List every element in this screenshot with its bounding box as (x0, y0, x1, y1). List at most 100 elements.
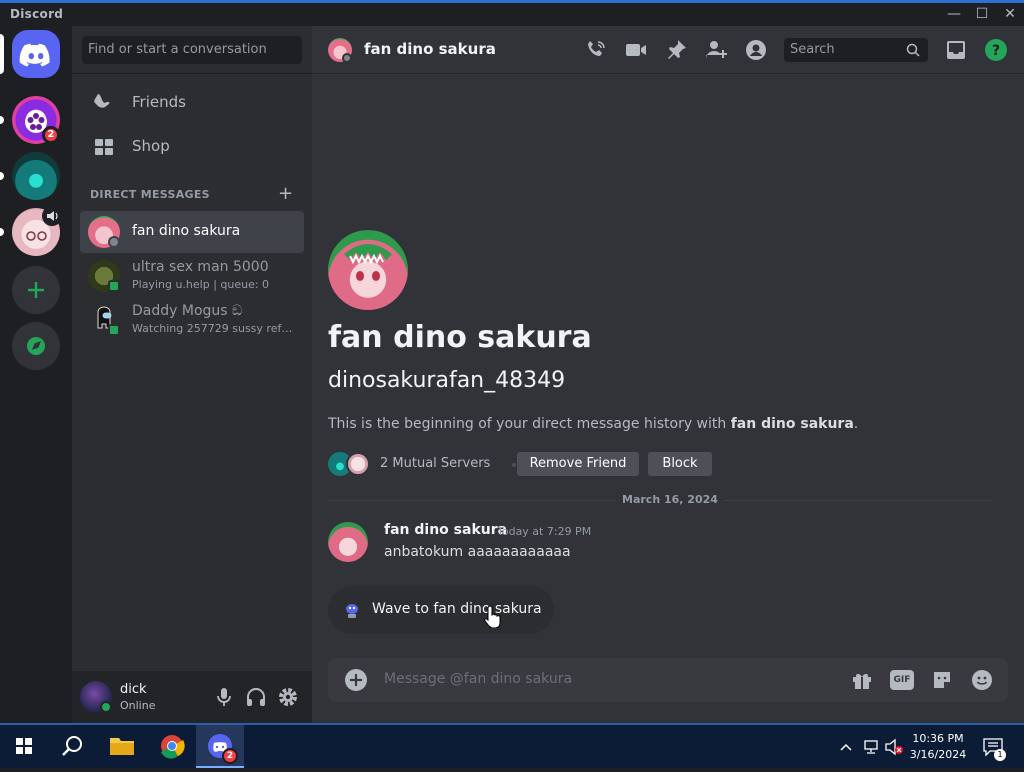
search-icon[interactable] (48, 725, 96, 768)
profile-avatar[interactable] (328, 230, 408, 310)
unread-badge: 2 (42, 126, 60, 144)
server-1-icon[interactable]: 2 (12, 96, 60, 144)
clock-date: 3/16/2024 (909, 748, 967, 761)
server-2-icon[interactable] (12, 152, 60, 200)
unread-pill (0, 228, 4, 236)
message-composer[interactable]: Message @fan dino sakura GIF (328, 658, 1008, 702)
block-button[interactable]: Block (648, 452, 712, 476)
discord-logo-icon (19, 43, 50, 67)
dm-intro-text: This is the beginning of your direct mes… (328, 416, 858, 432)
channel-title: fan dino sakura (364, 40, 496, 58)
windows-start-icon[interactable] (0, 725, 48, 768)
plus-icon (28, 282, 44, 298)
remove-friend-button[interactable]: Remove Friend (517, 452, 639, 476)
home-button[interactable] (12, 30, 60, 78)
discord-unread-badge: 2 (222, 748, 238, 764)
attach-plus-icon[interactable] (344, 668, 368, 692)
nav-friends-label: Friends (132, 93, 186, 111)
gear-icon[interactable] (276, 685, 300, 709)
dm-item-daddy-mogus[interactable]: Daddy Mogus ඞ Watching 257729 sussy refe… (80, 299, 304, 341)
mobile-online-icon (108, 324, 120, 336)
wumpus-wave-icon (346, 604, 358, 618)
user-profile-icon[interactable] (744, 38, 768, 62)
chrome-icon[interactable] (148, 725, 196, 768)
message-input[interactable]: Message @fan dino sakura (384, 671, 572, 687)
voice-call-icon[interactable] (584, 38, 608, 62)
mobile-online-icon (108, 280, 120, 292)
wave-button-label: Wave to fan dino sakura (372, 601, 542, 617)
headphones-icon[interactable] (244, 685, 268, 709)
wave-button[interactable]: Wave to fan dino sakura (328, 586, 554, 634)
nav-friends[interactable]: Friends (80, 82, 304, 124)
server-3-icon[interactable] (12, 206, 62, 256)
intro-suffix: . (853, 416, 859, 432)
clock-time: 10:36 PM (912, 732, 964, 745)
intro-prefix: This is the beginning of your direct mes… (328, 416, 731, 432)
dm-item-ultra-sex-man[interactable]: ultra sex man 5000 Playing u.help | queu… (80, 255, 304, 297)
close-button[interactable]: ✕ (996, 3, 1024, 26)
message-timestamp: Today at 7:29 PM (497, 525, 592, 538)
dino-hood-avatar-icon (338, 244, 398, 281)
network-icon[interactable] (862, 738, 880, 756)
shop-icon (95, 139, 113, 155)
system-clock[interactable]: 10:36 PM 3/16/2024 (902, 731, 974, 763)
notification-count: 1 (994, 749, 1006, 761)
divider (72, 73, 312, 74)
chevron-up-icon[interactable] (838, 739, 854, 755)
offline-status-icon (108, 236, 120, 248)
profile-username: dinosakurafan_48349 (328, 368, 566, 393)
offline-status-icon (342, 53, 352, 63)
speaker-icon (42, 206, 62, 226)
message-avatar[interactable] (328, 522, 368, 562)
server-rail: 2 (0, 26, 72, 723)
discord-window: Discord — ☐ ✕ 2 Find or start a conversa… (0, 0, 1024, 723)
user-name: dick (120, 682, 147, 697)
friends-wave-icon (94, 94, 110, 108)
user-panel: dick Online (72, 671, 312, 723)
gif-button[interactable]: GIF (890, 670, 914, 690)
file-explorer-icon[interactable] (98, 725, 146, 768)
create-dm-button[interactable]: + (278, 183, 293, 204)
add-friend-icon[interactable] (704, 38, 728, 62)
dm-name: ultra sex man 5000 (132, 259, 269, 275)
dm-item-fan-dino-sakura[interactable]: fan dino sakura (80, 211, 304, 253)
emoji-icon[interactable] (970, 668, 994, 692)
nav-shop[interactable]: Shop (80, 126, 304, 168)
mutual-server-icon (346, 452, 370, 476)
search-icon (906, 43, 920, 57)
explore-button[interactable] (12, 322, 60, 370)
maximize-button[interactable]: ☐ (968, 3, 996, 26)
discord-icon (208, 734, 232, 758)
dm-activity: Playing u.help | queue: 0 (132, 278, 270, 291)
gift-icon[interactable] (850, 668, 874, 692)
dm-name: fan dino sakura (132, 223, 241, 239)
discord-taskbar-button[interactable]: 2 (196, 725, 244, 768)
profile-display-name: fan dino sakura (328, 320, 592, 355)
date-divider-label: March 16, 2024 (616, 493, 724, 506)
sticker-icon[interactable] (930, 668, 954, 692)
dm-section-header: DIRECT MESSAGES (90, 188, 210, 201)
user-status: Online (120, 699, 156, 712)
help-icon[interactable]: ? (984, 38, 1008, 62)
separator-dot (512, 463, 516, 467)
chat-header: fan dino sakura Search ? (312, 26, 1024, 74)
unread-pill (0, 172, 4, 180)
pin-icon[interactable] (664, 38, 688, 62)
main-chat: fan dino sakura Search ? fan dino sakura… (312, 26, 1024, 723)
video-call-icon[interactable] (624, 38, 648, 62)
dm-sidebar: Find or start a conversation Friends Sho… (72, 26, 312, 723)
nav-shop-label: Shop (132, 137, 170, 155)
window-title: Discord (10, 7, 64, 21)
windows-taskbar: 2 10:36 PM 3/16/2024 1 (0, 723, 1024, 768)
find-conversation-input[interactable]: Find or start a conversation (82, 36, 302, 64)
volume-muted-icon[interactable] (884, 738, 904, 756)
mutual-servers-label: 2 Mutual Servers (380, 456, 491, 471)
svg-text:?: ? (992, 43, 1000, 59)
inbox-icon[interactable] (944, 38, 968, 62)
message-text: anbatokum aaaaaaaaaaaa (384, 544, 571, 560)
add-server-button[interactable] (12, 266, 60, 314)
unread-pill (0, 116, 4, 124)
microphone-icon[interactable] (212, 685, 236, 709)
minimize-button[interactable]: — (940, 3, 968, 26)
message-author[interactable]: fan dino sakura (384, 522, 507, 538)
